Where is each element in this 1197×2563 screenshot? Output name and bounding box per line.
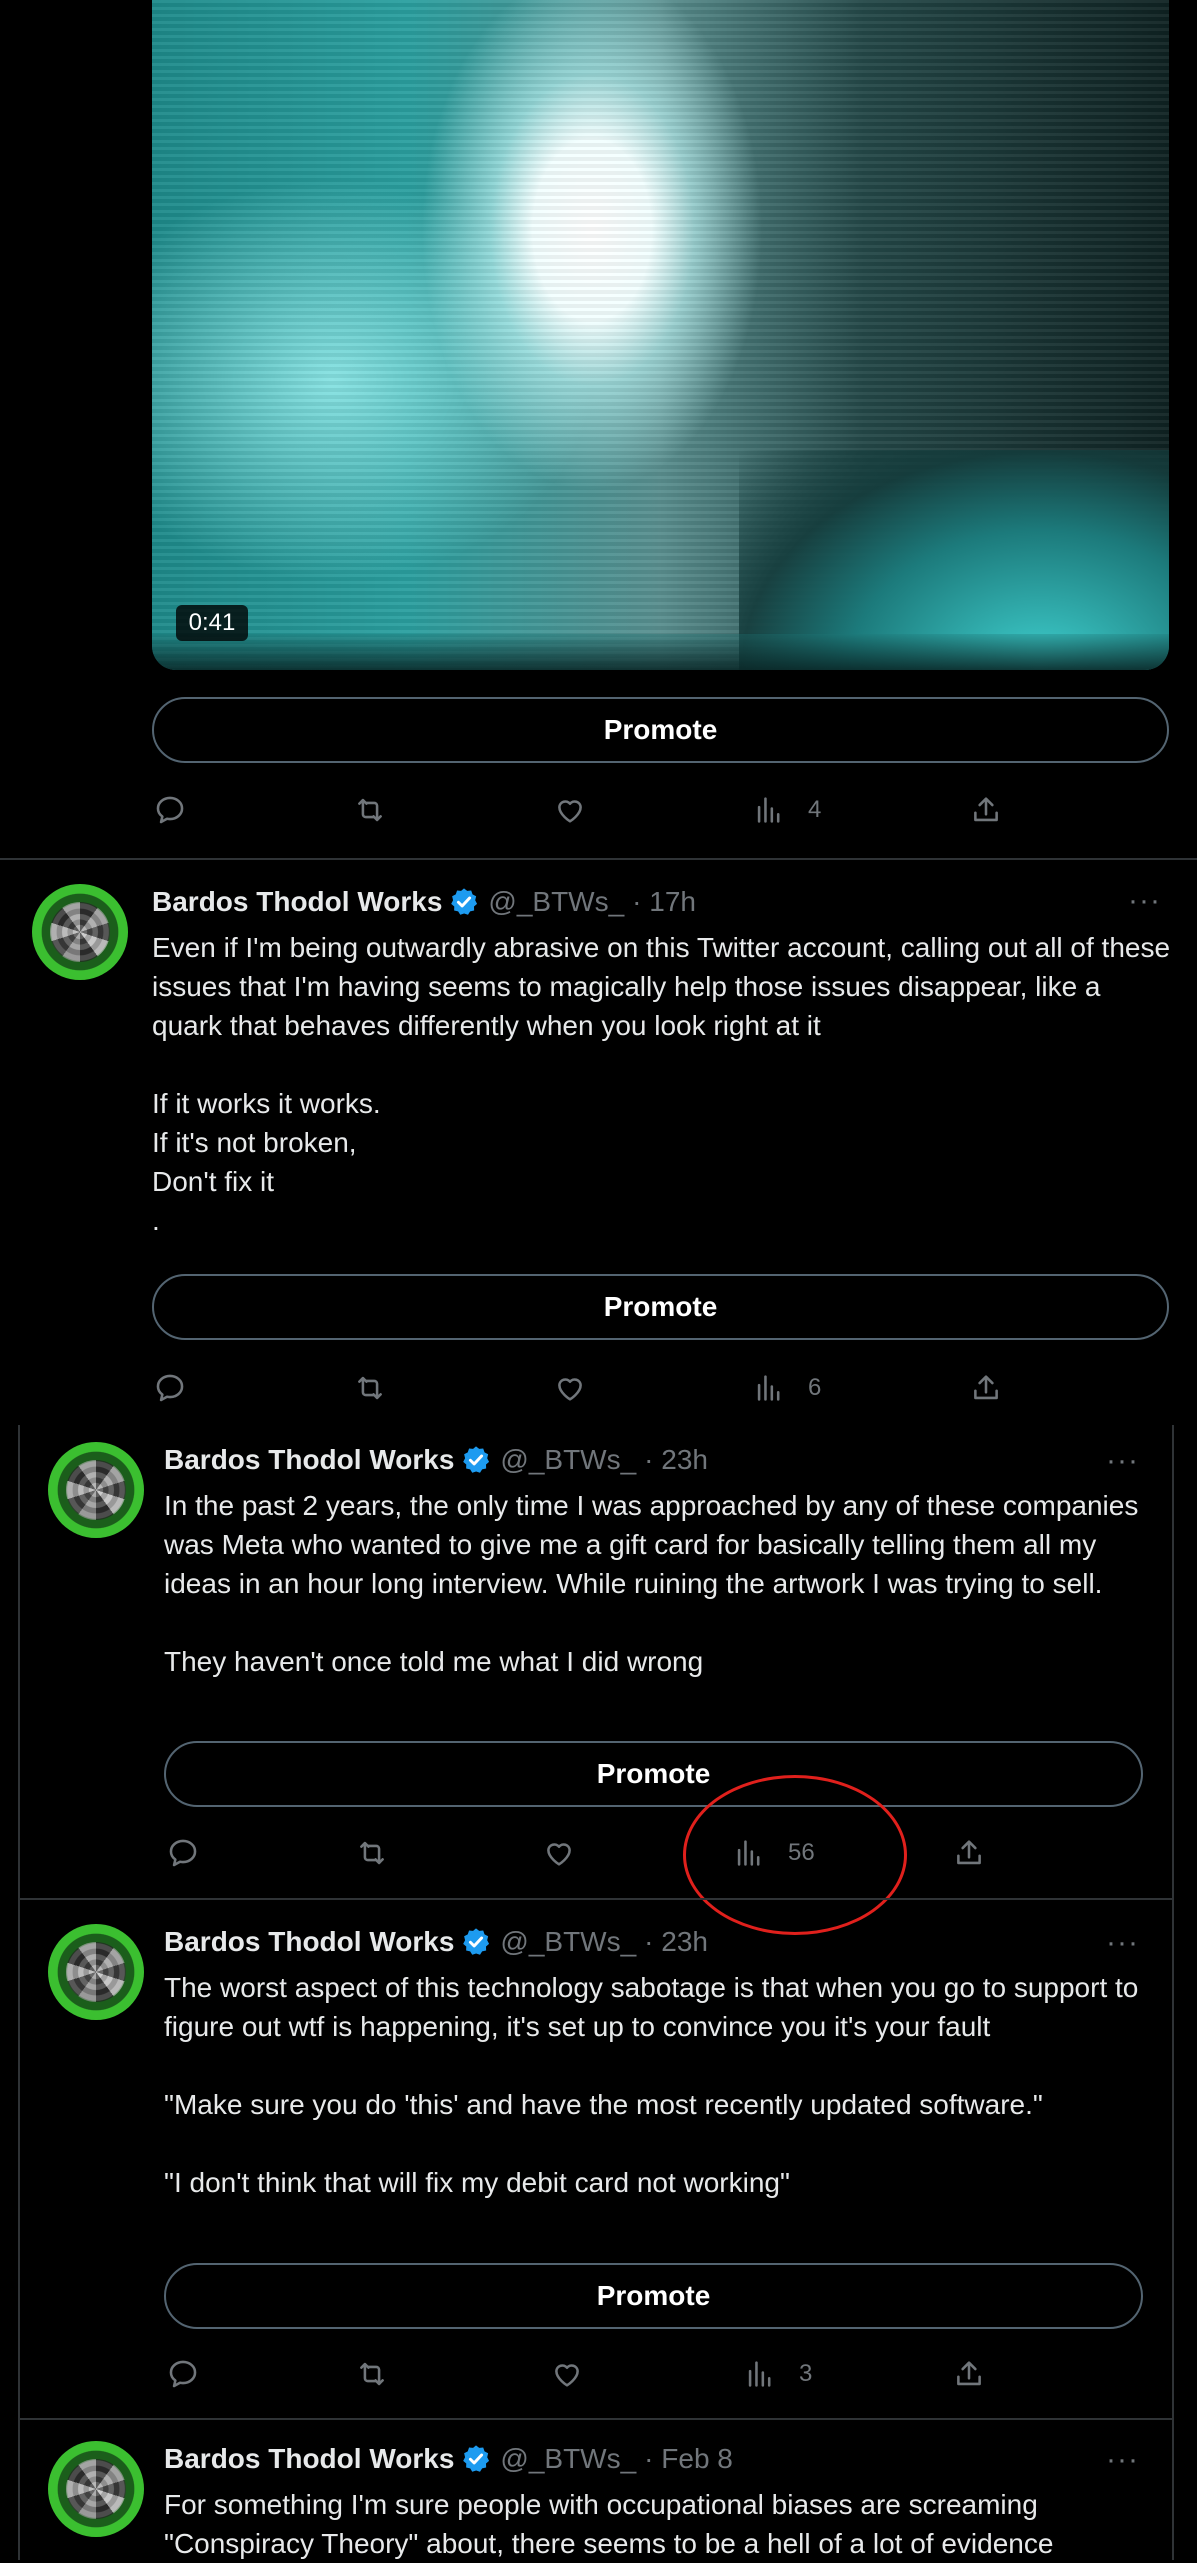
more-icon[interactable]: ··· bbox=[1106, 1444, 1139, 1478]
promote-button[interactable]: Promote bbox=[152, 697, 1169, 763]
views-count[interactable]: 56 bbox=[732, 1836, 815, 1870]
views-value: 4 bbox=[808, 796, 822, 823]
share-icon[interactable] bbox=[952, 1836, 986, 1870]
author-name[interactable]: Bardos Thodol Works bbox=[164, 1926, 454, 1958]
more-icon[interactable]: ··· bbox=[1128, 884, 1161, 918]
tweet-video[interactable] bbox=[152, 0, 1169, 670]
tweet-time[interactable]: · 23h bbox=[644, 1444, 708, 1476]
retweet-icon[interactable] bbox=[355, 2357, 389, 2391]
verified-badge-icon bbox=[451, 888, 478, 915]
retweet-icon[interactable] bbox=[353, 1371, 387, 1405]
promote-button[interactable]: Promote bbox=[152, 1274, 1169, 1340]
avatar[interactable] bbox=[32, 884, 128, 980]
views-value: 3 bbox=[799, 2360, 813, 2387]
views-count[interactable]: 4 bbox=[752, 793, 821, 827]
promote-button[interactable]: Promote bbox=[164, 1741, 1143, 1807]
retweet-icon[interactable] bbox=[353, 793, 387, 827]
author-handle[interactable]: @_BTWs_ bbox=[488, 886, 624, 918]
tweet-header: Bardos Thodol Works @_BTWs_ · Feb 8 bbox=[164, 2443, 733, 2475]
like-icon[interactable] bbox=[553, 793, 587, 827]
tweet-text: The worst aspect of this technology sabo… bbox=[164, 1972, 1139, 2198]
reply-icon[interactable] bbox=[153, 1371, 187, 1405]
more-icon[interactable]: ··· bbox=[1106, 2443, 1139, 2477]
avatar[interactable] bbox=[48, 1442, 144, 1538]
avatar[interactable] bbox=[48, 1924, 144, 2020]
views-icon bbox=[752, 1371, 786, 1405]
promote-label: Promote bbox=[596, 2280, 711, 2311]
retweet-icon[interactable] bbox=[355, 1836, 389, 1870]
author-name[interactable]: Bardos Thodol Works bbox=[164, 2443, 454, 2475]
author-handle[interactable]: @_BTWs_ bbox=[500, 1444, 636, 1476]
views-count[interactable]: 6 bbox=[752, 1371, 821, 1405]
column-border-right bbox=[1172, 1425, 1174, 2560]
promote-label: Promote bbox=[603, 1291, 718, 1322]
views-icon bbox=[732, 1836, 766, 1870]
author-name[interactable]: Bardos Thodol Works bbox=[164, 1444, 454, 1476]
like-icon[interactable] bbox=[542, 1836, 576, 1870]
promote-button[interactable]: Promote bbox=[164, 2263, 1143, 2329]
share-icon[interactable] bbox=[969, 1371, 1003, 1405]
tweet-time[interactable]: · 17h bbox=[632, 886, 696, 918]
share-icon[interactable] bbox=[969, 793, 1003, 827]
promote-label: Promote bbox=[603, 714, 718, 745]
video-duration: 0:41 bbox=[176, 605, 248, 641]
reply-icon[interactable] bbox=[166, 2357, 200, 2391]
author-handle[interactable]: @_BTWs_ bbox=[500, 1926, 636, 1958]
more-icon[interactable]: ··· bbox=[1106, 1926, 1139, 1960]
avatar[interactable] bbox=[48, 2441, 144, 2537]
tweet-text: In the past 2 years, the only time I was… bbox=[164, 1490, 1139, 1677]
like-icon[interactable] bbox=[550, 2357, 584, 2391]
views-count[interactable]: 3 bbox=[743, 2357, 812, 2391]
promote-label: Promote bbox=[596, 1758, 711, 1789]
views-value: 56 bbox=[788, 1839, 815, 1866]
tweet-header: Bardos Thodol Works @_BTWs_ · 23h bbox=[164, 1444, 708, 1476]
tweet-text: For something I'm sure people with occup… bbox=[164, 2489, 1054, 2559]
tweet-text: Even if I'm being outwardly abrasive on … bbox=[152, 932, 1171, 1236]
reply-icon[interactable] bbox=[166, 1836, 200, 1870]
like-icon[interactable] bbox=[553, 1371, 587, 1405]
tweet-time[interactable]: · 23h bbox=[644, 1926, 708, 1958]
verified-badge-icon bbox=[463, 2445, 490, 2472]
views-icon bbox=[752, 793, 786, 827]
video-bank bbox=[152, 634, 1169, 670]
tweet-time[interactable]: · Feb 8 bbox=[644, 2443, 733, 2475]
author-handle[interactable]: @_BTWs_ bbox=[500, 2443, 636, 2475]
reply-icon[interactable] bbox=[153, 793, 187, 827]
tweet-divider bbox=[0, 858, 1197, 860]
tweet-header: Bardos Thodol Works @_BTWs_ · 23h bbox=[164, 1926, 708, 1958]
author-name[interactable]: Bardos Thodol Works bbox=[152, 886, 442, 918]
verified-badge-icon bbox=[463, 1446, 490, 1473]
tweet-header: Bardos Thodol Works @_BTWs_ · 17h bbox=[152, 886, 696, 918]
share-icon[interactable] bbox=[952, 2357, 986, 2391]
verified-badge-icon bbox=[463, 1928, 490, 1955]
views-icon bbox=[743, 2357, 777, 2391]
tweet-divider bbox=[18, 1898, 1174, 1900]
views-value: 6 bbox=[808, 1374, 822, 1401]
column-border-left bbox=[18, 1425, 20, 2560]
tweet-divider bbox=[18, 2418, 1174, 2420]
